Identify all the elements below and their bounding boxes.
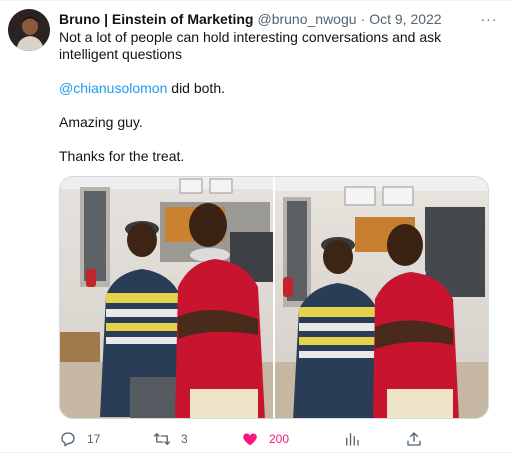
more-label: ···: [480, 11, 498, 27]
share-icon: [407, 432, 421, 446]
photo-right[interactable]: [275, 177, 488, 418]
views-icon: [346, 433, 359, 446]
mention-link[interactable]: @chianusolomon: [59, 80, 167, 96]
like-count: 200: [269, 432, 290, 446]
tweet-actions: 17 3 200: [59, 429, 439, 449]
retweet-count: 3: [181, 432, 188, 446]
tweet-text-line2: @chianusolomon did both.: [59, 80, 499, 97]
photo-right-image: [275, 177, 488, 418]
tweet-text: Not a lot of people can hold interesting…: [59, 29, 499, 165]
tweet[interactable]: Bruno | Einstein of Marketing @bruno_nwo…: [0, 0, 512, 453]
reply-icon: [61, 432, 75, 447]
tweet-content: Bruno | Einstein of Marketing @bruno_nwo…: [59, 10, 498, 165]
tweet-media[interactable]: [59, 176, 489, 419]
retweet-icon: [153, 433, 171, 445]
user-handle[interactable]: @bruno_nwogu: [257, 10, 356, 28]
avatar[interactable]: [8, 9, 50, 51]
avatar-image: [8, 9, 50, 51]
retweet-button[interactable]: 3: [153, 429, 188, 449]
tweet-text-line4: Thanks for the treat.: [59, 148, 185, 164]
like-icon: [243, 433, 257, 446]
reply-button[interactable]: 17: [59, 429, 100, 449]
display-name[interactable]: Bruno | Einstein of Marketing: [59, 10, 253, 28]
photo-left-image: [60, 177, 273, 418]
like-button[interactable]: 200: [241, 429, 289, 449]
share-button[interactable]: [405, 429, 423, 449]
photo-left[interactable]: [60, 177, 273, 418]
tweet-date[interactable]: Oct 9, 2022: [369, 10, 441, 28]
separator-dot: ·: [360, 11, 366, 27]
mention-suffix: did both.: [167, 80, 225, 96]
tweet-text-line1: Not a lot of people can hold interesting…: [59, 29, 442, 62]
more-icon[interactable]: ···: [480, 10, 498, 28]
tweet-header: Bruno | Einstein of Marketing @bruno_nwo…: [59, 10, 498, 28]
tweet-text-line3: Amazing guy.: [59, 114, 143, 130]
views-button[interactable]: [343, 429, 361, 449]
reply-count: 17: [87, 432, 101, 446]
